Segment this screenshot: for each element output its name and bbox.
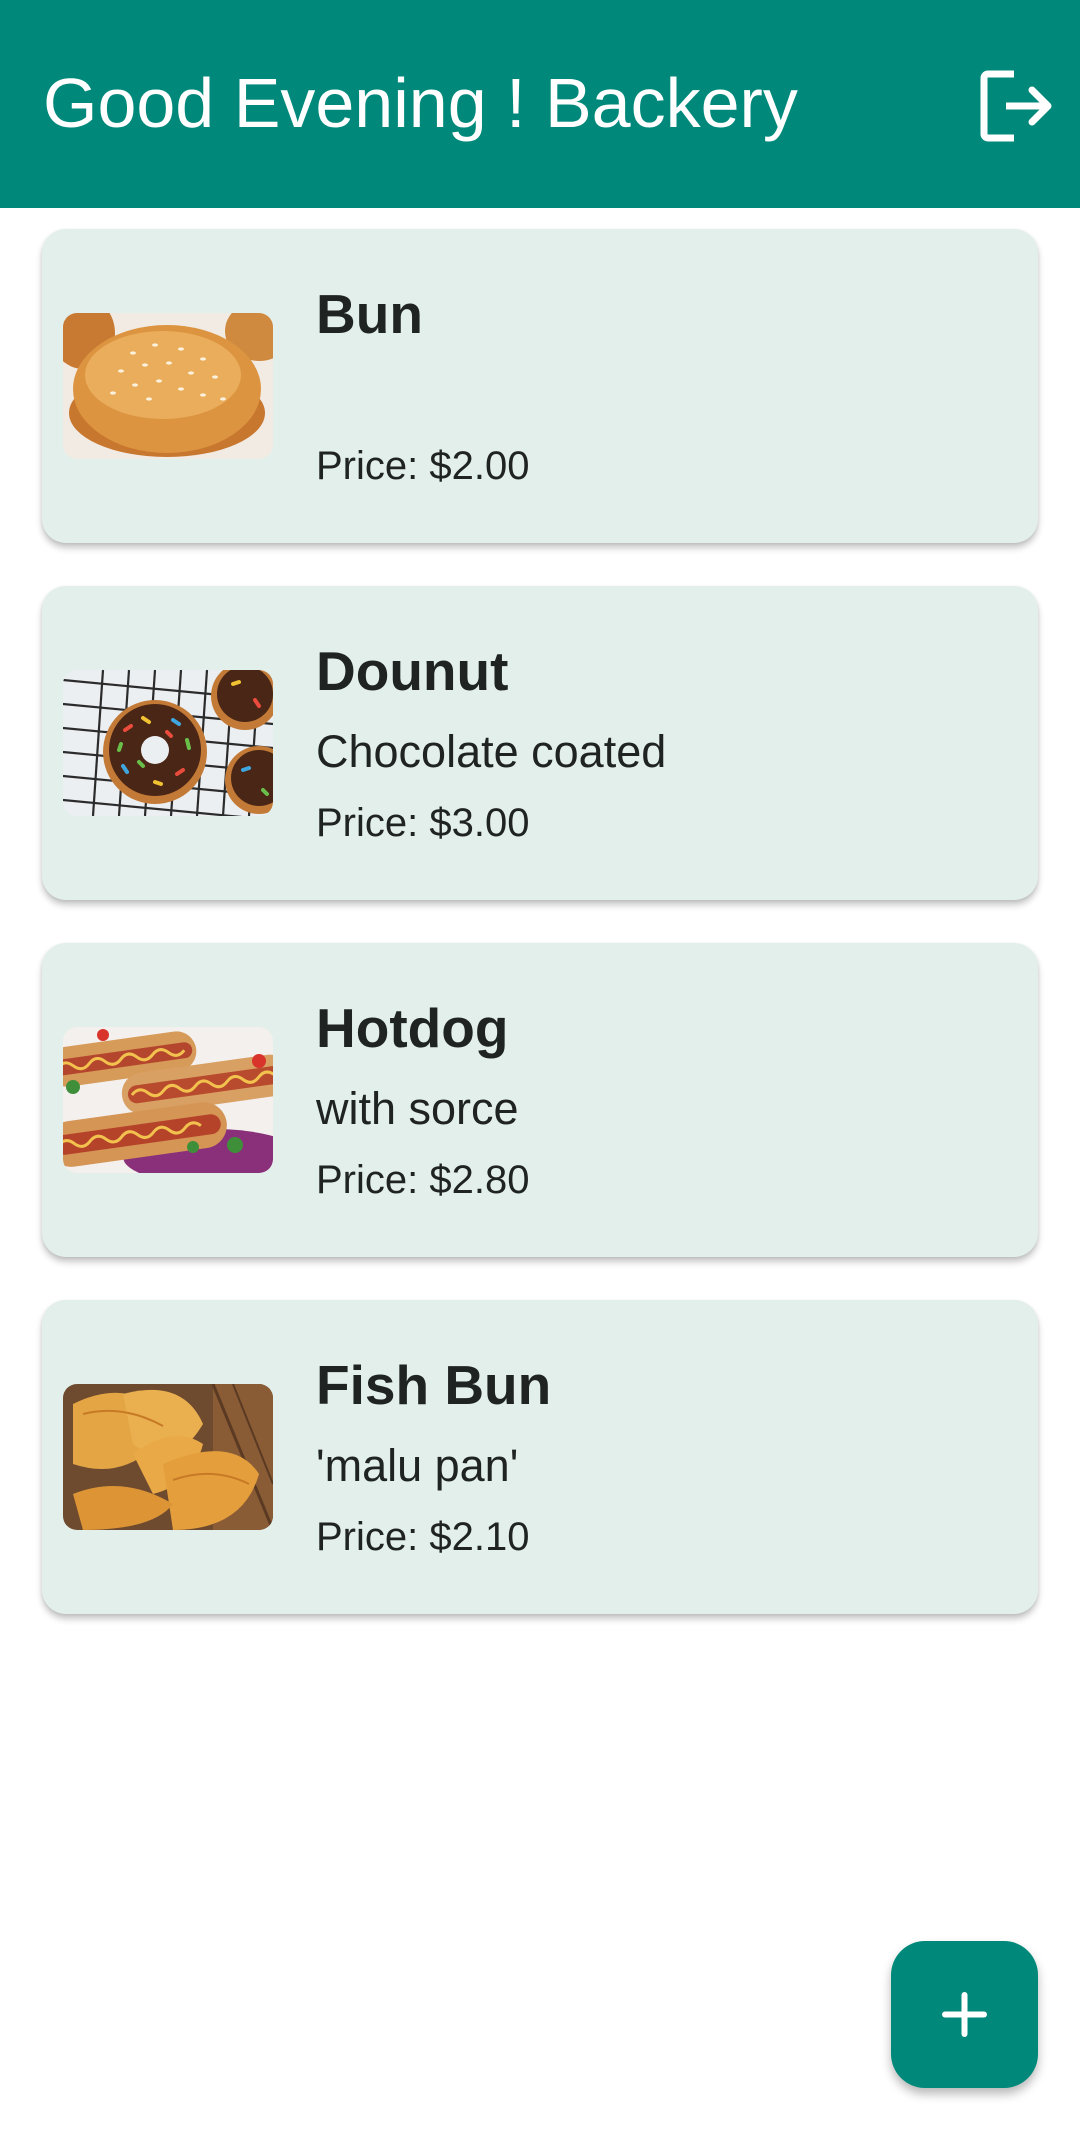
product-name: Dounut — [316, 640, 509, 702]
fish-bun-image — [63, 1384, 273, 1530]
product-card-dounut[interactable]: Dounut Chocolate coated Price: $3.00 — [42, 586, 1038, 900]
product-card-hotdog[interactable]: Hotdog with sorce Price: $2.80 — [42, 943, 1038, 1257]
product-card-bun[interactable]: Bun Price: $2.00 — [42, 229, 1038, 543]
product-price: Price: $2.10 — [316, 1515, 530, 1559]
app-bar-title: Good Evening ! Backery — [43, 64, 798, 142]
product-name: Bun — [316, 283, 423, 345]
product-price: Price: $2.80 — [316, 1158, 530, 1202]
product-description: Chocolate coated — [316, 726, 667, 777]
product-description: 'malu pan' — [316, 1440, 519, 1491]
logout-icon — [980, 70, 1052, 142]
logout-button[interactable] — [976, 66, 1056, 146]
product-card-fish-bun[interactable]: Fish Bun 'malu pan' Price: $2.10 — [42, 1300, 1038, 1614]
product-description: with sorce — [316, 1083, 519, 1134]
hotdog-image — [63, 1027, 273, 1173]
plus-icon — [942, 1992, 987, 2037]
product-price: Price: $3.00 — [316, 801, 530, 845]
product-name: Hotdog — [316, 997, 509, 1059]
app-screen: Good Evening ! Backery Bun Price: $2.00 … — [0, 0, 1080, 2133]
product-price: Price: $2.00 — [316, 444, 530, 488]
add-item-button[interactable] — [891, 1941, 1038, 2088]
product-name: Fish Bun — [316, 1354, 552, 1416]
bun-image — [63, 313, 273, 459]
app-bar: Good Evening ! Backery — [0, 0, 1080, 208]
donut-image — [63, 670, 273, 816]
